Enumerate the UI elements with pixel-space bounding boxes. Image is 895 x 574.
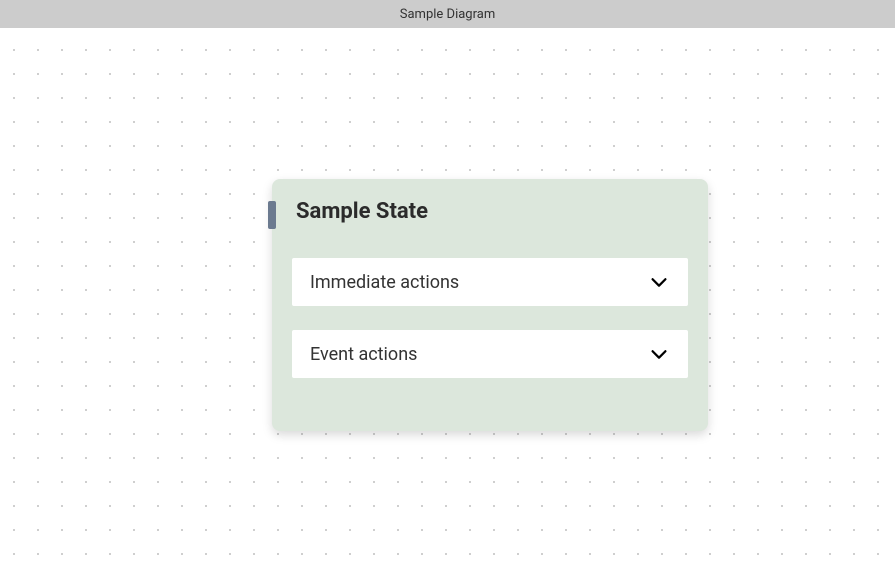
state-title-bar: Sample State <box>292 199 688 224</box>
state-node[interactable]: Sample State Immediate actions Event act… <box>272 179 708 431</box>
diagram-canvas[interactable]: Sample State Immediate actions Event act… <box>0 28 895 574</box>
chevron-down-icon <box>648 271 670 293</box>
chevron-down-icon <box>648 343 670 365</box>
state-marker <box>268 201 276 229</box>
state-title: Sample State <box>296 199 428 224</box>
section-event-actions[interactable]: Event actions <box>292 330 688 378</box>
section-immediate-actions[interactable]: Immediate actions <box>292 258 688 306</box>
section-label: Immediate actions <box>310 272 459 293</box>
title-bar: Sample Diagram <box>0 0 895 28</box>
diagram-title: Sample Diagram <box>400 7 495 22</box>
section-label: Event actions <box>310 344 417 365</box>
